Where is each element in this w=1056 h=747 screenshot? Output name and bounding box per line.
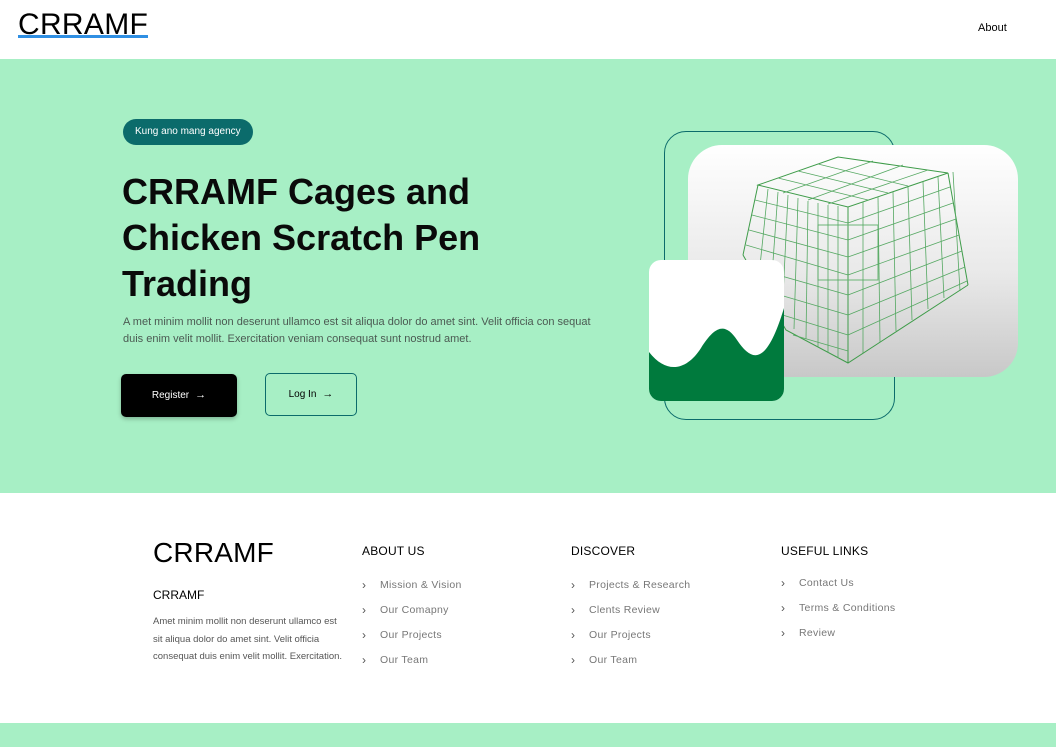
footer-heading-discover: DISCOVER xyxy=(571,544,636,558)
chevron-right-icon: › xyxy=(781,575,786,590)
hero-title: CRRAMF Cages and Chicken Scratch Pen Tra… xyxy=(122,171,481,304)
footer-subtitle: CRRAMF xyxy=(153,588,205,602)
footer-heading-about-us: ABOUT US xyxy=(362,544,425,558)
register-button[interactable]: Register → xyxy=(121,374,237,417)
footer-link-label: Our Team xyxy=(380,653,429,666)
footer-link-review[interactable]: › Review xyxy=(781,620,895,645)
footer-link-label: Clents Review xyxy=(589,603,661,616)
footer-link-clients-review[interactable]: › Clents Review xyxy=(571,597,690,622)
wave-graphic xyxy=(649,260,784,401)
login-button[interactable]: Log In → xyxy=(265,373,357,416)
chevron-right-icon: › xyxy=(571,577,576,592)
arrow-right-icon: → xyxy=(195,389,207,401)
footer-link-terms-conditions[interactable]: › Terms & Conditions xyxy=(781,595,895,620)
footer-link-our-team[interactable]: › Our Team xyxy=(571,647,690,672)
hero-description: A met minim mollit non deserunt ullamco … xyxy=(123,316,591,345)
bottom-band xyxy=(0,723,1056,747)
arrow-right-icon: → xyxy=(322,388,334,400)
register-button-label: Register xyxy=(151,390,190,401)
footer-link-projects-research[interactable]: › Projects & Research xyxy=(571,572,690,597)
footer-link-label: Mission & Vision xyxy=(380,578,462,591)
footer-column-discover: DISCOVER › Projects & Research › Clents Re… xyxy=(571,544,690,672)
agency-badge: Kung ano mang agency xyxy=(123,119,253,145)
footer-link-label: Terms & Conditions xyxy=(799,601,896,614)
site-footer: CRRAMF CRRAMF Amet minim mollit non dese… xyxy=(0,493,1056,723)
site-logo[interactable]: CRRAMF xyxy=(18,8,149,38)
footer-description: Amet minim mollit non deserunt ullamco e… xyxy=(153,616,343,662)
footer-link-our-company[interactable]: › Our Comapny xyxy=(362,597,462,622)
footer-link-our-projects[interactable]: › Our Projects xyxy=(362,622,462,647)
footer-link-mission-vision[interactable]: › Mission & Vision xyxy=(362,572,462,597)
footer-link-label: Our Comapny xyxy=(380,603,449,616)
chevron-right-icon: › xyxy=(571,627,576,642)
chevron-right-icon: › xyxy=(781,625,786,640)
wave-illustration xyxy=(649,308,784,401)
site-header: CRRAMF About xyxy=(0,0,1056,59)
footer-heading-useful-links: USEFUL LINKS xyxy=(781,544,869,558)
footer-link-label: Our Team xyxy=(589,653,638,666)
chevron-right-icon: › xyxy=(571,602,576,617)
footer-link-label: Review xyxy=(799,626,836,639)
footer-link-our-team[interactable]: › Our Team xyxy=(362,647,462,672)
footer-link-label: Our Projects xyxy=(380,628,442,641)
chevron-right-icon: › xyxy=(571,652,576,667)
chevron-right-icon: › xyxy=(362,652,367,667)
footer-link-label: Contact Us xyxy=(799,576,854,589)
footer-column-about-us: ABOUT US › Mission & Vision › Our Comapny … xyxy=(362,544,462,672)
footer-link-label: Projects & Research xyxy=(589,578,691,591)
nav-link-about[interactable]: About xyxy=(978,22,1007,34)
login-button-label: Log In xyxy=(288,389,317,400)
hero-section: Kung ano mang agency CRRAMF Cages and Ch… xyxy=(0,59,1056,493)
footer-link-label: Our Projects xyxy=(589,628,651,641)
chevron-right-icon: › xyxy=(362,627,367,642)
chevron-right-icon: › xyxy=(362,602,367,617)
footer-column-useful-links: USEFUL LINKS › Contact Us › Terms & Condit… xyxy=(781,544,895,645)
chevron-right-icon: › xyxy=(781,600,786,615)
chevron-right-icon: › xyxy=(362,577,367,592)
footer-link-our-projects[interactable]: › Our Projects xyxy=(571,622,690,647)
footer-logo[interactable]: CRRAMF xyxy=(153,537,274,569)
footer-link-contact-us[interactable]: › Contact Us xyxy=(781,570,895,595)
